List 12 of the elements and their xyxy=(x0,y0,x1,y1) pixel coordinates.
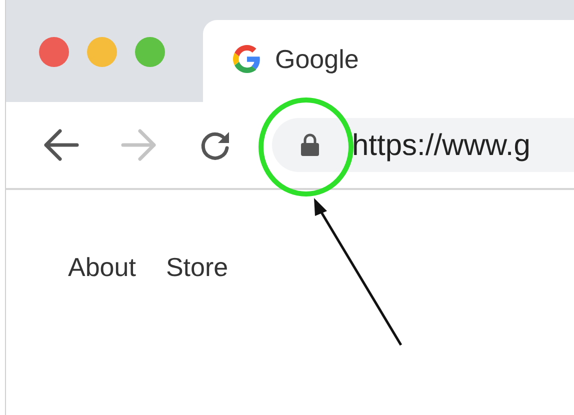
tab-title: Google xyxy=(275,42,359,76)
close-window-button[interactable] xyxy=(39,37,69,67)
google-logo-icon xyxy=(233,45,261,73)
maximize-window-button[interactable] xyxy=(135,37,165,67)
nav-link[interactable]: Store xyxy=(166,248,228,287)
nav-link[interactable]: About xyxy=(68,248,136,287)
url-text: https://www.g xyxy=(352,128,530,164)
address-bar[interactable]: https://www.g xyxy=(272,118,574,172)
back-arrow-icon[interactable] xyxy=(42,128,80,162)
minimize-window-button[interactable] xyxy=(87,37,117,67)
lock-icon xyxy=(300,133,320,157)
browser-tab[interactable]: Google xyxy=(203,20,574,102)
